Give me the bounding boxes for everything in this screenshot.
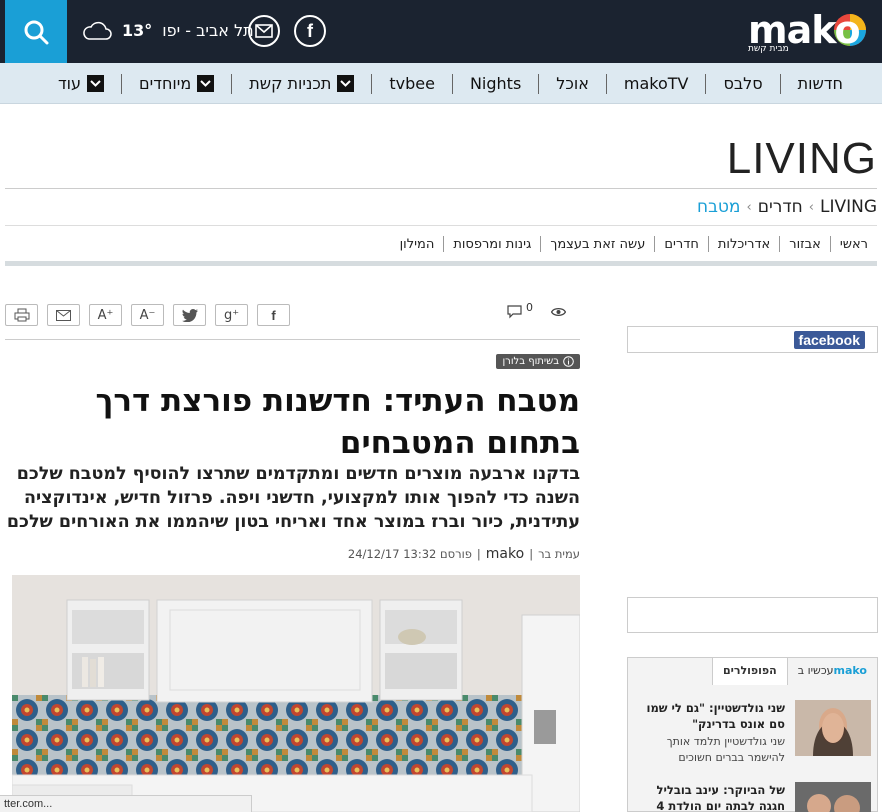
breadcrumb-kitchen[interactable]: מטבח [697,197,741,217]
eye-icon [551,307,566,317]
nav-item[interactable]: מיוחדים [122,63,231,104]
search-icon [24,20,49,44]
mail-icon [56,309,71,321]
cloud-icon [83,21,112,40]
print-button[interactable] [5,304,38,326]
popular-item[interactable]: של הביוקר: עינב בובליל חגגה לבתה יום הול… [631,782,871,812]
divider [5,225,877,226]
tab-now-label: עכשיו ב [797,664,834,677]
nav-item[interactable]: סלבס [706,63,779,104]
sponsor-text: בשיתוף בלורן [502,356,559,367]
info-icon[interactable] [563,356,574,367]
nav-items: חדשות סלבס makoTV אוכל Nights tvbee תכניות קשת… [41,63,860,104]
breadcrumb-rooms[interactable]: חדרים [758,197,803,217]
byline-separator: | [529,547,534,561]
font-decrease-button[interactable]: A⁻ [131,304,164,326]
nav-item-label: עוד [57,74,82,93]
facebook-label: facebook [793,331,865,349]
popular-widget: עכשיו בmako הפופולרים שני גולדשטיין: "גם… [627,657,878,812]
print-icon [14,308,29,322]
subnav-item[interactable]: אדריכלות [709,237,779,252]
nav-item-label: Nights [469,74,522,93]
nav-item[interactable]: תכניות קשת [232,63,371,104]
top-header: 13° תל אביב - יפו f mako מבית קשת [0,0,882,63]
nav-item-label: סלבס [723,74,763,93]
breadcrumb-separator: ‹ [746,199,752,215]
nav-item-label: אוכל [556,74,589,93]
search-button[interactable] [5,0,67,63]
tab-now-on-mako[interactable]: עכשיו בmako [788,658,877,685]
subnav-item[interactable]: חדרים [655,237,707,252]
font-increase-button[interactable]: A⁺ [89,304,122,326]
email-button[interactable] [47,304,80,326]
article-stats: 0 [507,301,566,319]
divider [5,339,580,340]
breadcrumb-separator: ‹ [808,199,814,215]
weather-temp: 13° [122,20,153,40]
nav-item-label: מיוחדים [139,74,192,93]
breadcrumb: LIVING ‹ חדרים ‹ מטבח [697,197,877,217]
tab-now-brand: mako [833,664,867,677]
mail-icon[interactable] [248,15,280,47]
weather-city: תל אביב - יפו [162,20,254,40]
article-byline: עמית בר | mako | פורסם 13:32 24/12/17 [348,546,580,562]
popular-title[interactable]: של הביוקר: עינב בובליל חגגה לבתה יום הול… [631,782,785,812]
popular-thumbnail[interactable] [795,700,871,756]
facebook-icon[interactable]: f [294,15,326,47]
divider [5,261,877,266]
comments-count-value: 0 [526,300,533,314]
nav-item-label: חדשות [797,74,843,93]
article-subheadline: בדקנו ארבעה מוצרים חדשים ומתקדמים שתרצו … [6,464,580,532]
chevron-down-icon[interactable] [337,75,355,92]
facebook-share-button[interactable]: f [257,304,290,326]
article-headline: מטבח העתיד: חדשנות פורצת דרך בתחום המטבח… [95,383,580,461]
ad-slot[interactable] [627,597,878,633]
byline-separator: | [476,547,481,561]
published-time: פורסם 13:32 24/12/17 [347,547,472,561]
nav-item[interactable]: Nights [453,63,538,104]
status-bar: tter.com... [0,795,252,812]
chevron-down-icon[interactable] [197,75,215,92]
article-image[interactable] [12,575,580,812]
section-title[interactable]: LIVING [727,134,877,184]
popular-thumbnail[interactable] [795,782,871,812]
nav-item[interactable]: אוכל [539,63,606,104]
nav-item-label: תכניות קשת [249,74,332,93]
logo-subtitle: מבית קשת [748,44,789,54]
divider [5,188,877,189]
sponsor-badge: בשיתוף בלורן [496,354,580,369]
twitter-button[interactable] [173,304,206,326]
kitchen-photo [12,575,580,812]
subnav-item[interactable]: אבזור [780,237,830,252]
nav-item[interactable]: חדשות [781,63,860,104]
sub-nav: ראשי אבזור אדריכלות חדרים עשה זאת בעצמך גינות… [391,232,877,256]
nav-item-label: tvbee [389,74,435,93]
nav-item[interactable]: makoTV [607,63,706,104]
twitter-icon [181,308,198,322]
tab-popular[interactable]: הפופולרים [711,658,788,685]
subnav-item[interactable]: עשה זאת בעצמך [541,237,654,252]
author-name[interactable]: עמית בר [538,547,580,561]
comments-count[interactable]: 0 [507,301,533,319]
nav-item-label: makoTV [623,74,689,93]
main-nav: חדשות סלבס makoTV אוכל Nights tvbee תכניות קשת… [0,63,882,104]
subnav-item[interactable]: המילון [391,237,444,252]
popular-tabs: עכשיו בmako הפופולרים [711,658,877,685]
article-tools: A⁺ A⁻ g⁺ f [5,304,290,326]
chevron-down-icon[interactable] [87,75,105,92]
mako-logo[interactable]: mako מבית קשת [748,6,876,58]
popular-item[interactable]: שני גולדשטיין: "גם לי שמו סם אונס בדרינק… [631,700,871,766]
popular-title[interactable]: שני גולדשטיין: "גם לי שמו סם אונס בדרינק… [631,700,785,732]
popular-desc: שני גולדשטיין תלמד אותך להישמר בברים חשו… [666,735,785,764]
nav-item[interactable]: tvbee [372,63,452,104]
gplus-button[interactable]: g⁺ [215,304,248,326]
nav-item[interactable]: עוד [41,63,121,104]
weather-widget[interactable]: 13° תל אביב - יפו [82,19,254,41]
subnav-item[interactable]: גינות ומרפסות [444,237,540,252]
breadcrumb-living[interactable]: LIVING [820,197,877,217]
subnav-item[interactable]: ראשי [831,237,877,252]
facebook-widget[interactable]: facebook [627,326,878,353]
source-name[interactable]: mako [486,546,524,562]
comment-icon [507,305,522,319]
